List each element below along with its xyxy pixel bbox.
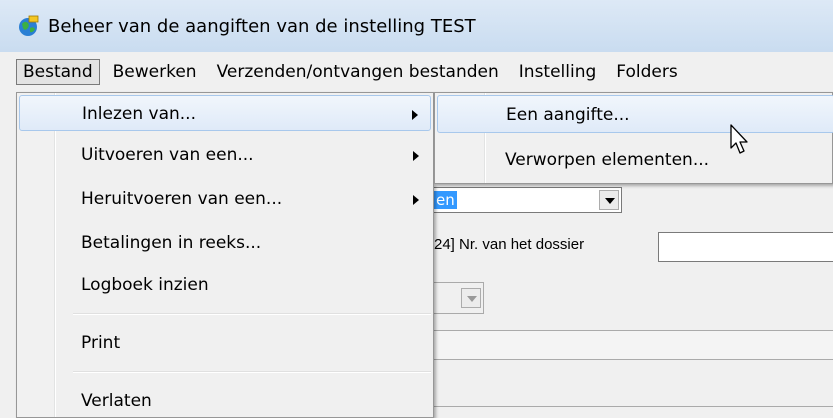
- menu-bestand[interactable]: Bestand: [16, 59, 100, 85]
- menu-item-verlaten[interactable]: Verlaten: [19, 383, 431, 418]
- submenu-arrow-icon: [412, 110, 418, 120]
- menu-separator: [73, 371, 431, 373]
- menu-item-logboek[interactable]: Logboek inzien: [19, 267, 431, 303]
- combo-2-dropdown-button[interactable]: [461, 288, 481, 308]
- dossier-label: 24] Nr. van het dossier: [434, 236, 585, 253]
- combo-1-value: en: [434, 191, 457, 209]
- inlezen-submenu: Een aangifte... Verworpen elementen...: [434, 92, 833, 184]
- menu-item-heruitvoeren[interactable]: Heruitvoeren van een...: [19, 181, 431, 217]
- menu-item-label: Verlaten: [81, 391, 152, 411]
- combo-1-dropdown-button[interactable]: [599, 190, 619, 210]
- menu-item-inlezen[interactable]: Inlezen van...: [19, 95, 431, 131]
- menu-instelling[interactable]: Instelling: [512, 59, 604, 85]
- field-3[interactable]: [434, 330, 833, 360]
- combo-box-1[interactable]: en: [434, 187, 622, 213]
- menu-bewerken[interactable]: Bewerken: [106, 59, 204, 85]
- menu-verzenden-ontvangen[interactable]: Verzenden/ontvangen bestanden: [210, 59, 506, 85]
- menu-item-label: Inlezen van...: [82, 104, 196, 124]
- menu-item-label: Heruitvoeren van een...: [81, 189, 283, 209]
- submenu-arrow-icon: [413, 195, 419, 205]
- submenu-item-verworpen[interactable]: Verworpen elementen...: [437, 141, 833, 179]
- menu-separator: [73, 313, 431, 315]
- window-title: Beheer van de aangiften van de instellin…: [48, 15, 476, 37]
- file-menu-dropdown: Inlezen van... Uitvoeren van een... Heru…: [16, 92, 434, 418]
- submenu-item-label: Een aangifte...: [506, 105, 630, 125]
- menu-item-label: Betalingen in reeks...: [81, 233, 262, 253]
- submenu-item-aangifte[interactable]: Een aangifte...: [437, 95, 833, 133]
- field-4: [434, 406, 833, 418]
- menu-item-print[interactable]: Print: [19, 325, 431, 361]
- menu-item-label: Logboek inzien: [81, 275, 209, 295]
- menu-item-label: Uitvoeren van een...: [81, 145, 254, 165]
- combo-box-2[interactable]: [434, 282, 484, 314]
- mouse-cursor-icon: [730, 124, 748, 154]
- app-globe-icon: [16, 14, 40, 38]
- menu-item-label: Print: [81, 333, 121, 353]
- dossier-number-input[interactable]: [658, 232, 833, 262]
- submenu-item-label: Verworpen elementen...: [505, 150, 710, 170]
- menu-bar: Bestand Bewerken Verzenden/ontvangen bes…: [0, 52, 833, 92]
- title-bar: Beheer van de aangiften van de instellin…: [0, 0, 833, 52]
- submenu-arrow-icon: [413, 151, 419, 161]
- menu-folders[interactable]: Folders: [609, 59, 684, 85]
- menu-item-uitvoeren[interactable]: Uitvoeren van een...: [19, 137, 431, 173]
- menu-item-betalingen[interactable]: Betalingen in reeks...: [19, 225, 431, 261]
- background-form: en 24] Nr. van het dossier: [434, 184, 833, 418]
